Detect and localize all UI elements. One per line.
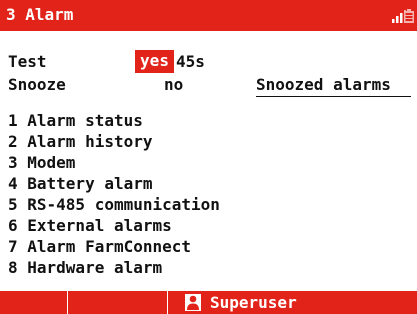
menu-item-external-alarms[interactable]: 6 External alarms	[8, 216, 172, 236]
battery-icon	[404, 9, 414, 23]
snoozed-alarms-underline	[256, 96, 411, 97]
user-icon	[185, 294, 201, 311]
menu-item-alarm-history[interactable]: 2 Alarm history	[8, 132, 153, 152]
menu-item-alarm-farmconnect[interactable]: 7 Alarm FarmConnect	[8, 237, 191, 257]
title-bar: 3 Alarm	[0, 0, 417, 31]
test-label: Test	[8, 52, 47, 71]
menu-item-rs485-communication[interactable]: 5 RS-485 communication	[8, 195, 220, 215]
snooze-label: Snooze	[8, 75, 66, 94]
softkey-2[interactable]	[68, 291, 168, 314]
test-value-field[interactable]: yes	[135, 50, 174, 73]
snoozed-alarms-link[interactable]: Snoozed alarms	[256, 75, 391, 95]
snooze-value-field[interactable]: no	[164, 75, 183, 95]
page-title: 3 Alarm	[6, 5, 74, 24]
user-label: Superuser	[210, 293, 297, 312]
menu-item-battery-alarm[interactable]: 4 Battery alarm	[8, 174, 153, 194]
test-duration: 45s	[176, 52, 205, 71]
softkey-1[interactable]	[0, 291, 68, 314]
softkey-bar: Superuser	[0, 291, 417, 314]
menu-item-alarm-status[interactable]: 1 Alarm status	[8, 111, 143, 131]
menu-item-modem[interactable]: 3 Modem	[8, 153, 75, 173]
menu-item-hardware-alarm[interactable]: 8 Hardware alarm	[8, 258, 162, 278]
